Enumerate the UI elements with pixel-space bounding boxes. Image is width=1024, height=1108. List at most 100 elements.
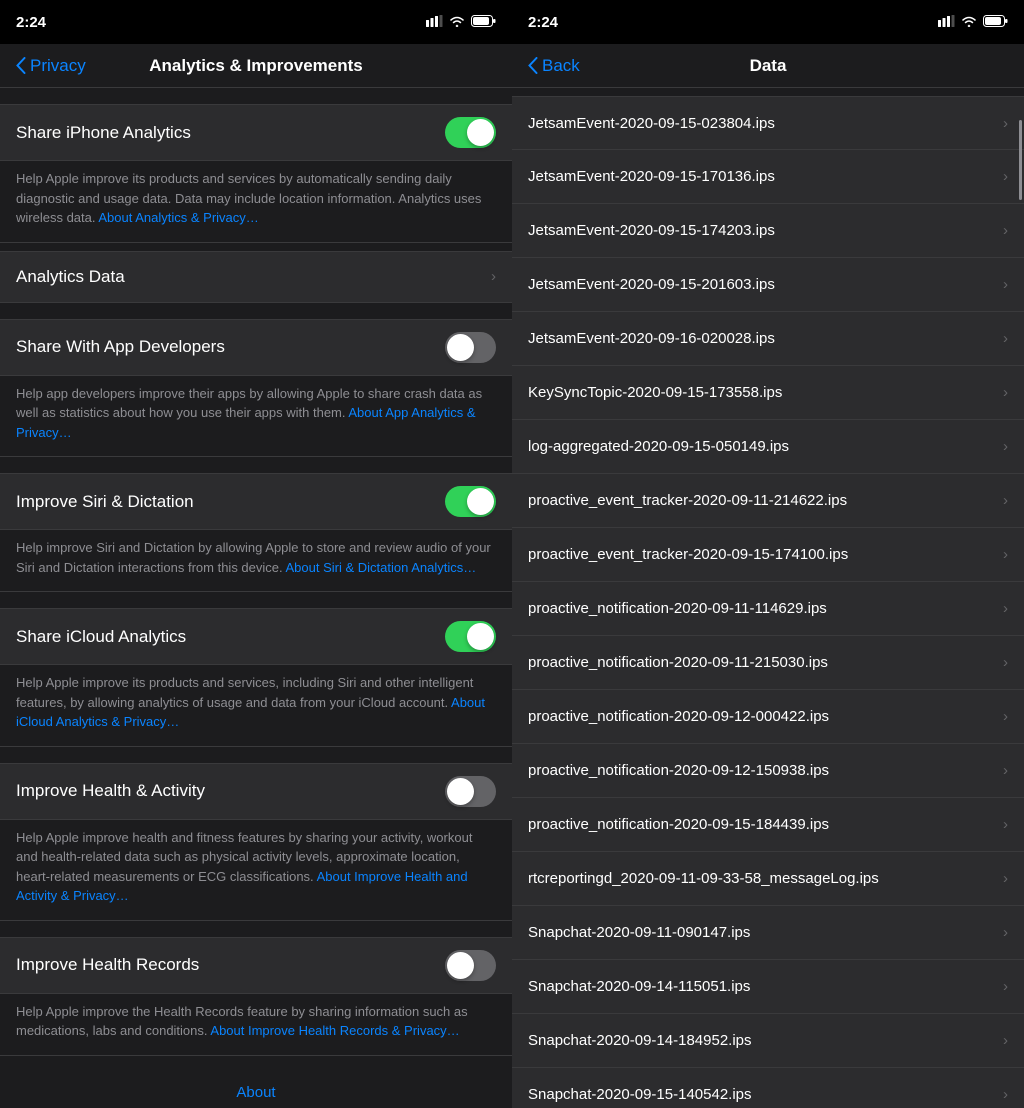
file-chevron: › xyxy=(1003,438,1008,455)
icloud-label: Share iCloud Analytics xyxy=(16,627,186,647)
file-chevron: › xyxy=(1003,978,1008,995)
health-records-row[interactable]: Improve Health Records xyxy=(0,938,512,993)
siri-desc-text: Help improve Siri and Dictation by allow… xyxy=(16,538,496,577)
file-chevron: › xyxy=(1003,330,1008,347)
file-item[interactable]: proactive_event_tracker-2020-09-11-21462… xyxy=(512,474,1024,528)
file-chevron: › xyxy=(1003,924,1008,941)
file-chevron: › xyxy=(1003,546,1008,563)
file-item[interactable]: JetsamEvent-2020-09-15-170136.ips › xyxy=(512,150,1024,204)
file-chevron: › xyxy=(1003,168,1008,185)
health-records-label: Improve Health Records xyxy=(16,955,199,975)
share-dev-desc-text: Help app developers improve their apps b… xyxy=(16,384,496,443)
file-name: proactive_event_tracker-2020-09-15-17410… xyxy=(528,546,848,563)
file-name: JetsamEvent-2020-09-15-174203.ips xyxy=(528,222,775,239)
health-toggle[interactable] xyxy=(445,776,496,807)
file-chevron: › xyxy=(1003,1086,1008,1103)
file-item[interactable]: log-aggregated-2020-09-15-050149.ips › xyxy=(512,420,1024,474)
share-iphone-desc-text: Help Apple improve its products and serv… xyxy=(16,169,496,228)
file-chevron: › xyxy=(1003,708,1008,725)
file-name: log-aggregated-2020-09-15-050149.ips xyxy=(528,438,789,455)
settings-scroll[interactable]: Share iPhone Analytics Help Apple improv… xyxy=(0,88,512,1108)
left-status-icons xyxy=(426,15,496,30)
right-back-button[interactable]: Back xyxy=(528,56,580,76)
health-records-link[interactable]: About Improve Health Records & Privacy… xyxy=(210,1023,459,1038)
siri-row[interactable]: Improve Siri & Dictation xyxy=(0,474,512,529)
file-item[interactable]: proactive_notification-2020-09-15-184439… xyxy=(512,798,1024,852)
about-link[interactable]: About xyxy=(236,1084,275,1101)
siri-label: Improve Siri & Dictation xyxy=(16,492,194,512)
share-iphone-row[interactable]: Share iPhone Analytics xyxy=(0,105,512,160)
file-name: proactive_notification-2020-09-15-184439… xyxy=(528,816,829,833)
file-name: rtcreportingd_2020-09-11-09-33-58_messag… xyxy=(528,870,879,887)
icloud-section: Share iCloud Analytics xyxy=(0,608,512,665)
health-records-toggle[interactable] xyxy=(445,950,496,981)
health-analytics-link[interactable]: About Improve Health and Activity & Priv… xyxy=(16,869,468,904)
icloud-analytics-link[interactable]: About iCloud Analytics & Privacy… xyxy=(16,695,485,730)
file-item[interactable]: proactive_notification-2020-09-11-114629… xyxy=(512,582,1024,636)
health-desc-text: Help Apple improve health and fitness fe… xyxy=(16,828,496,906)
left-back-label: Privacy xyxy=(30,56,86,76)
analytics-data-label: Analytics Data xyxy=(16,267,125,287)
share-dev-toggle[interactable] xyxy=(445,332,496,363)
icloud-row[interactable]: Share iCloud Analytics xyxy=(0,609,512,664)
file-item[interactable]: Snapchat-2020-09-14-115051.ips › xyxy=(512,960,1024,1014)
analytics-data-section: Analytics Data › xyxy=(0,251,512,303)
file-item[interactable]: Snapchat-2020-09-15-140542.ips › xyxy=(512,1068,1024,1108)
right-status-bar: 2:24 xyxy=(512,0,1024,44)
file-item[interactable]: Snapchat-2020-09-14-184952.ips › xyxy=(512,1014,1024,1068)
toggle-knob-health xyxy=(447,778,474,805)
share-iphone-toggle[interactable] xyxy=(445,117,496,148)
share-dev-row[interactable]: Share With App Developers xyxy=(0,320,512,375)
toggle-knob xyxy=(467,119,494,146)
left-nav-title: Analytics & Improvements xyxy=(149,56,363,76)
icloud-toggle[interactable] xyxy=(445,621,496,652)
file-chevron: › xyxy=(1003,384,1008,401)
right-nav-bar: Back Data xyxy=(512,44,1024,88)
file-item[interactable]: Snapchat-2020-09-11-090147.ips › xyxy=(512,906,1024,960)
health-row[interactable]: Improve Health & Activity xyxy=(0,764,512,819)
file-name: KeySyncTopic-2020-09-15-173558.ips xyxy=(528,384,782,401)
file-chevron: › xyxy=(1003,492,1008,509)
health-records-desc-text: Help Apple improve the Health Records fe… xyxy=(16,1002,496,1041)
file-chevron: › xyxy=(1003,816,1008,833)
toggle-knob-health-records xyxy=(447,952,474,979)
file-chevron: › xyxy=(1003,870,1008,887)
file-name: JetsamEvent-2020-09-15-170136.ips xyxy=(528,168,775,185)
left-panel: 2:24 xyxy=(0,0,512,1108)
file-list[interactable]: JetsamEvent-2020-09-15-023804.ips › Jets… xyxy=(512,88,1024,1108)
analytics-data-row[interactable]: Analytics Data › xyxy=(0,252,512,302)
file-item[interactable]: KeySyncTopic-2020-09-15-173558.ips › xyxy=(512,366,1024,420)
share-dev-desc: Help app developers improve their apps b… xyxy=(0,376,512,458)
wifi-icon xyxy=(449,15,465,30)
file-item[interactable]: proactive_notification-2020-09-12-150938… xyxy=(512,744,1024,798)
file-item[interactable]: JetsamEvent-2020-09-16-020028.ips › xyxy=(512,312,1024,366)
file-item[interactable]: JetsamEvent-2020-09-15-201603.ips › xyxy=(512,258,1024,312)
left-back-button[interactable]: Privacy xyxy=(16,56,86,76)
right-panel: 2:24 xyxy=(512,0,1024,1108)
app-analytics-privacy-link[interactable]: About App Analytics & Privacy… xyxy=(16,405,476,440)
siri-analytics-link[interactable]: About Siri & Dictation Analytics… xyxy=(286,560,477,575)
right-back-label: Back xyxy=(542,56,580,76)
file-chevron: › xyxy=(1003,115,1008,132)
file-name: proactive_notification-2020-09-12-000422… xyxy=(528,708,829,725)
file-item[interactable]: JetsamEvent-2020-09-15-174203.ips › xyxy=(512,204,1024,258)
file-item[interactable]: proactive_notification-2020-09-11-215030… xyxy=(512,636,1024,690)
analytics-privacy-link[interactable]: About Analytics & Privacy… xyxy=(98,210,258,225)
file-chevron: › xyxy=(1003,762,1008,779)
file-chevron: › xyxy=(1003,276,1008,293)
share-iphone-label: Share iPhone Analytics xyxy=(16,123,191,143)
right-status-icons xyxy=(938,15,1008,30)
file-item[interactable]: JetsamEvent-2020-09-15-023804.ips › xyxy=(512,96,1024,150)
file-item[interactable]: rtcreportingd_2020-09-11-09-33-58_messag… xyxy=(512,852,1024,906)
file-item[interactable]: proactive_event_tracker-2020-09-15-17410… xyxy=(512,528,1024,582)
share-iphone-desc: Help Apple improve its products and serv… xyxy=(0,161,512,243)
file-item[interactable]: proactive_notification-2020-09-12-000422… xyxy=(512,690,1024,744)
right-battery-icon xyxy=(983,15,1008,30)
siri-toggle[interactable] xyxy=(445,486,496,517)
health-label: Improve Health & Activity xyxy=(16,781,205,801)
left-status-time: 2:24 xyxy=(16,14,46,31)
scroll-indicator xyxy=(1019,120,1022,200)
share-dev-label: Share With App Developers xyxy=(16,337,225,357)
battery-icon xyxy=(471,15,496,30)
icloud-desc: Help Apple improve its products and serv… xyxy=(0,665,512,747)
